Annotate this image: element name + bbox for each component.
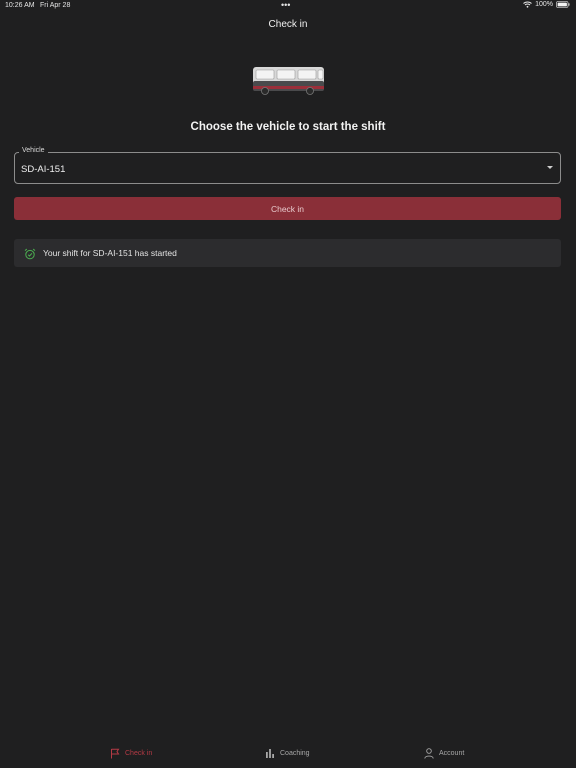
multitasking-dots[interactable]: ••• [281,0,290,10]
tab-coaching[interactable]: Coaching [265,738,310,768]
vehicle-field-label: Vehicle [19,147,48,154]
tab-account-label: Account [439,749,465,757]
vehicle-select[interactable]: Vehicle SD-AI-151 [14,147,561,184]
tab-check-in[interactable]: Check in [110,738,152,768]
battery-percent: 100% [535,1,553,8]
wifi-icon [523,1,532,8]
shift-started-alert: Your shift for SD-AI-151 has started [14,239,561,267]
status-bar: 10:26 AM Fri Apr 28 ••• 100% [0,0,576,12]
status-time: 10:26 AM [5,2,35,9]
page-title: Check in [268,19,308,30]
tab-coaching-label: Coaching [280,749,310,757]
vehicle-selected-value: SD-AI-151 [21,164,66,175]
check-in-button[interactable]: Check in [14,197,561,220]
shift-prompt: Choose the vehicle to start the shift [190,121,386,133]
status-date: Fri Apr 28 [40,2,71,9]
battery-icon [556,1,570,8]
flag-icon [110,748,120,759]
alert-message: Your shift for SD-AI-151 has started [43,248,177,258]
tab-check-in-label: Check in [125,749,153,757]
bottom-tab-bar: Check in Coaching Account [0,738,576,768]
dropdown-arrow-icon[interactable] [547,166,553,169]
alarm-check-icon [24,247,36,260]
status-indicators: 100% [523,1,570,8]
bus-illustration [252,66,326,96]
bar-chart-icon [265,748,275,758]
app-screen: 10:26 AM Fri Apr 28 ••• 100% Check in Ch… [0,0,576,768]
person-icon [424,747,434,759]
tab-account[interactable]: Account [424,738,464,768]
